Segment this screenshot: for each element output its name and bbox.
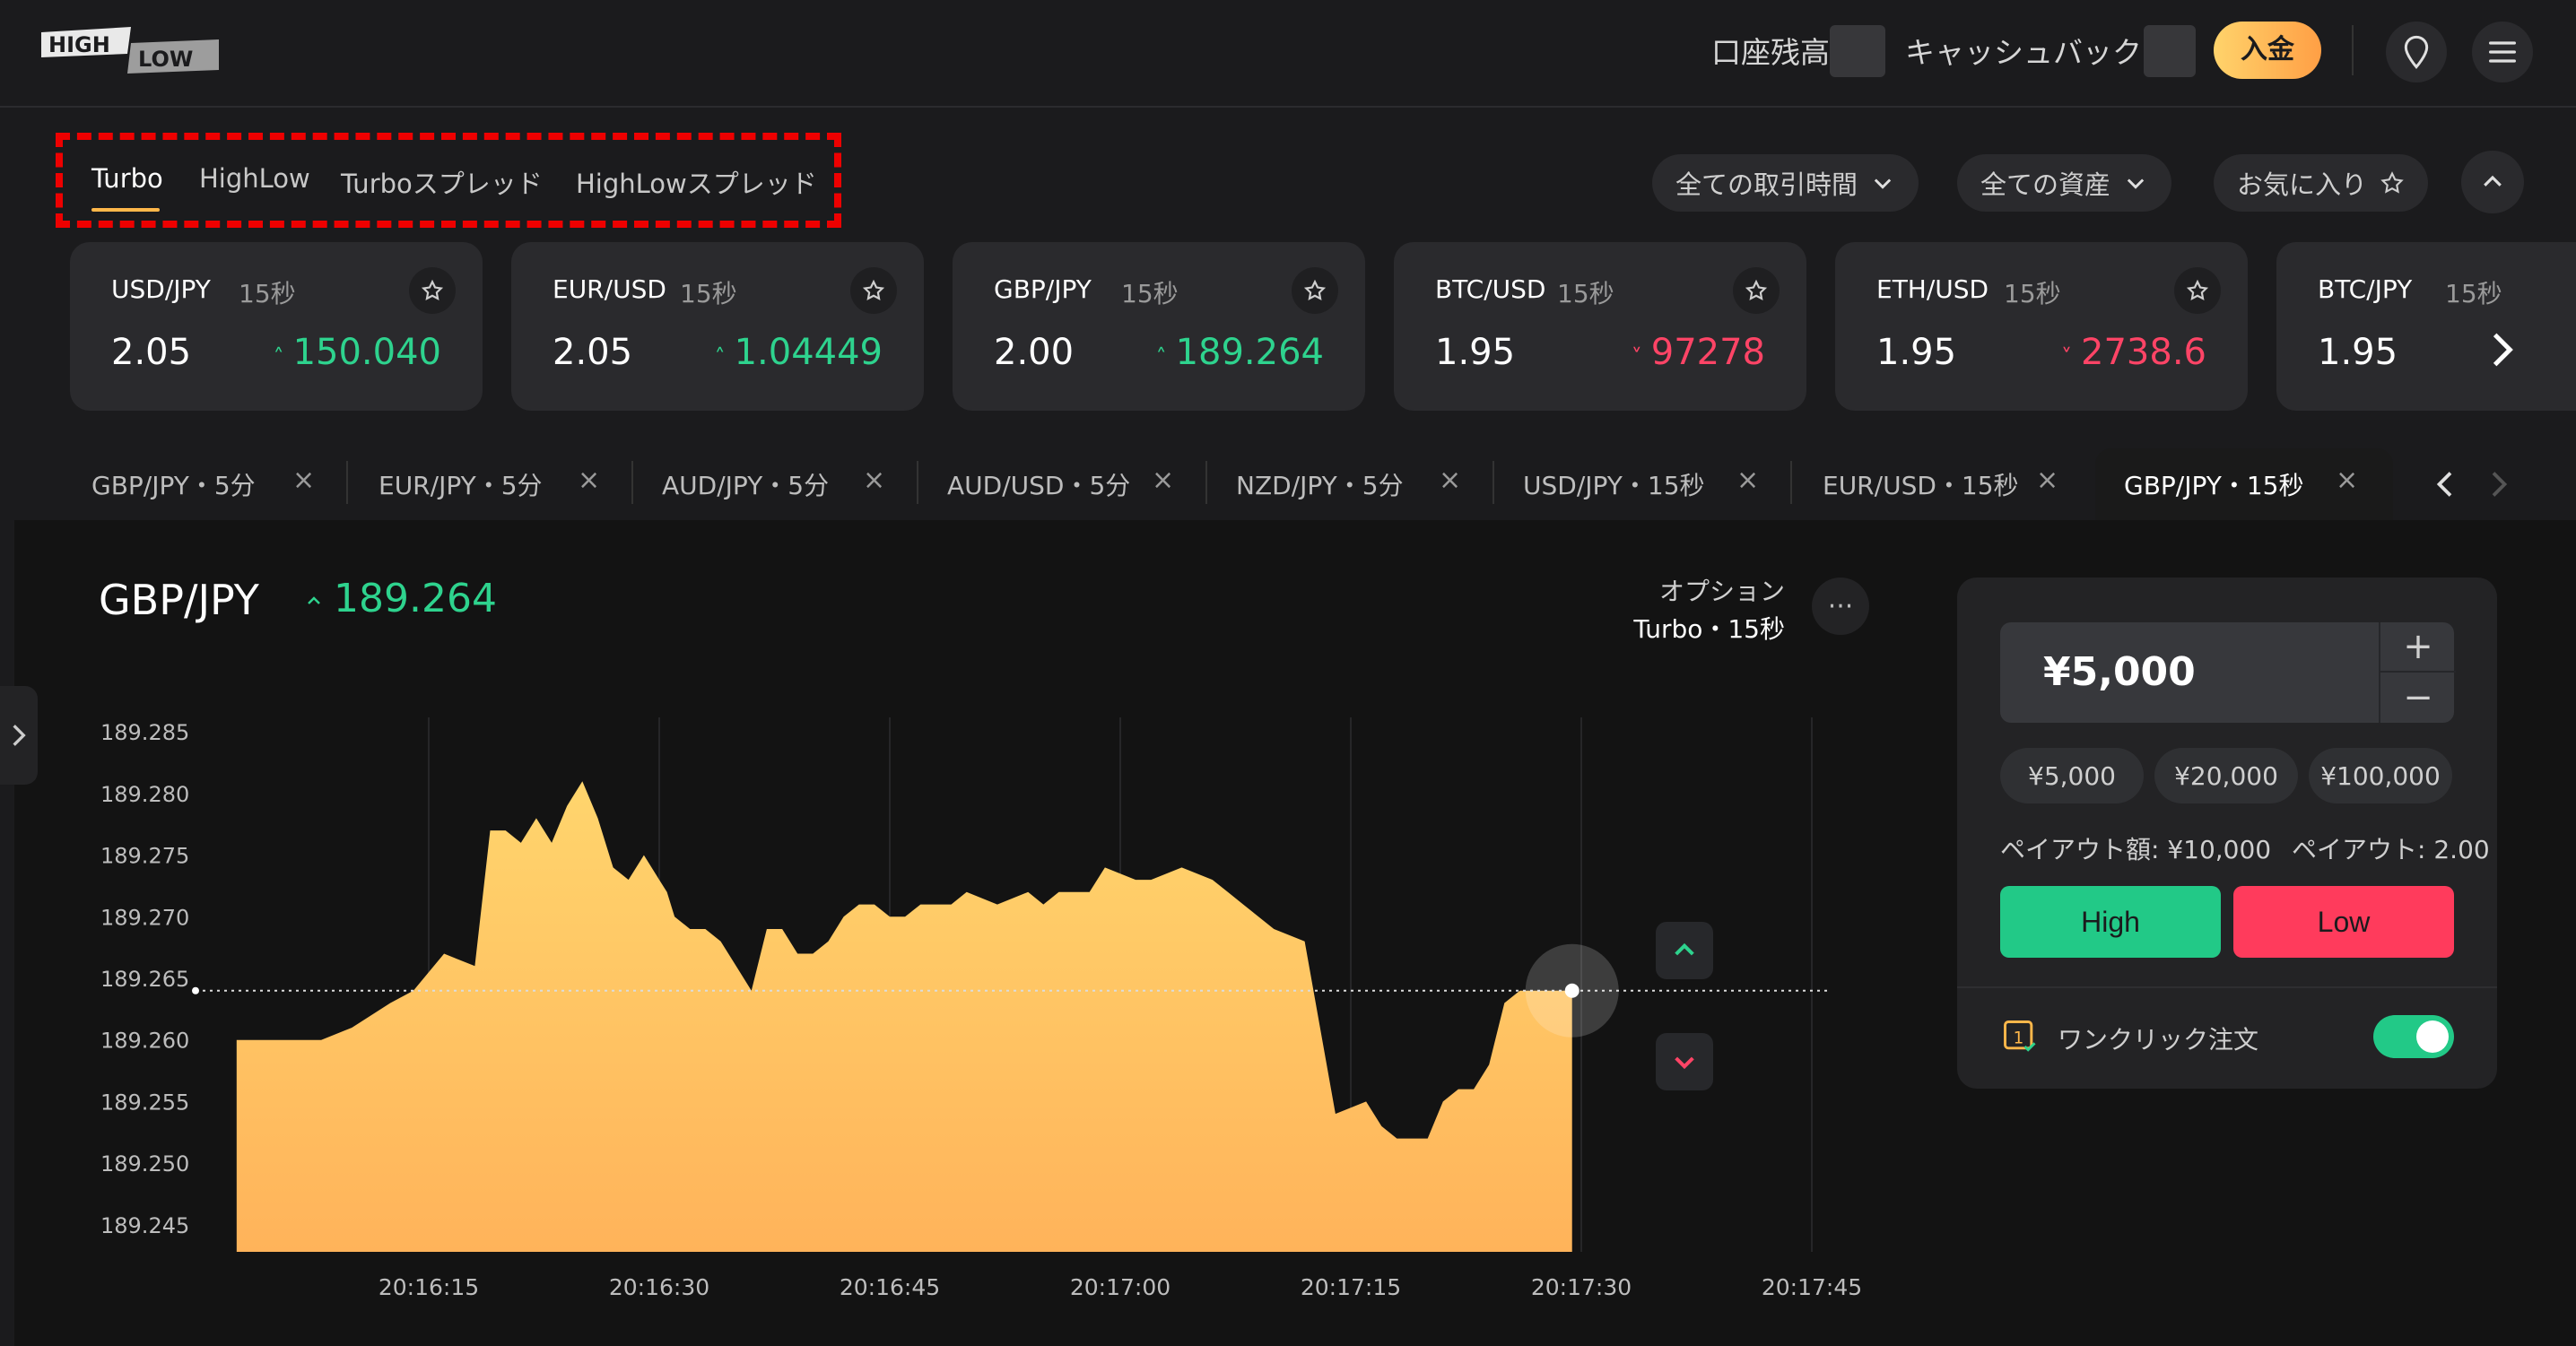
strike-start-dot	[192, 986, 199, 994]
x-tick-label: 20:16:45	[840, 1274, 940, 1300]
y-axis-labels: 189.285 189.280 189.275 189.270 189.265 189.2…	[100, 720, 189, 1238]
preset-amount-2[interactable]: ¥20,000	[2154, 748, 2298, 803]
svg-text:1: 1	[2014, 1029, 2024, 1047]
y-tick-label: 189.260	[100, 1029, 189, 1054]
one-click-icon: 1	[2004, 1020, 2036, 1052]
y-tick-label: 189.270	[100, 905, 189, 930]
y-tick-label: 189.250	[100, 1151, 189, 1177]
chart-high-arrow-button[interactable]	[1656, 922, 1713, 979]
panel-divider	[1957, 986, 2497, 988]
app-root: HIGH LOW 口座残高 キャッシュバック 入金 Turbo HighLow …	[0, 0, 2576, 1346]
payout-amount: ペイアウト額: ¥10,000	[2000, 835, 2272, 864]
amount-stepper: + −	[2379, 622, 2456, 723]
preset-amount-1[interactable]: ¥5,000	[2000, 748, 2144, 803]
y-tick-label: 189.245	[100, 1213, 189, 1238]
toggle-knob	[2416, 1020, 2449, 1053]
high-button[interactable]: High	[2000, 886, 2221, 958]
trade-panel: ¥5,000 + − ¥5,000 ¥20,000 ¥100,000 ペイアウト…	[1957, 577, 2497, 1089]
y-tick-label: 189.275	[100, 844, 189, 869]
x-tick-label: 20:16:30	[609, 1274, 709, 1300]
amount-increase-button[interactable]: +	[2380, 622, 2456, 673]
preset-amount-3[interactable]: ¥100,000	[2309, 748, 2452, 803]
amount-input-box[interactable]: ¥5,000 + −	[2000, 622, 2456, 723]
x-tick-label: 20:17:15	[1301, 1274, 1401, 1300]
payout-info: ペイアウト額: ¥10,000 ペイアウト: 2.00	[2000, 830, 2490, 866]
x-tick-label: 20:17:45	[1762, 1274, 1862, 1300]
chevron-down-icon	[1675, 1056, 1694, 1070]
x-tick-label: 20:16:15	[379, 1274, 479, 1300]
one-click-label: ワンクリック注文	[2058, 1025, 2259, 1055]
x-tick-label: 20:17:00	[1070, 1274, 1171, 1300]
y-tick-label: 189.280	[100, 782, 189, 807]
x-axis-labels: 20:16:15 20:16:30 20:16:45 20:17:00 20:17:15…	[379, 1274, 1862, 1300]
payout-rate: ペイアウト: 2.00	[2292, 835, 2490, 864]
x-tick-label: 20:17:30	[1531, 1274, 1632, 1300]
y-tick-label: 189.285	[100, 720, 189, 745]
current-price-dot	[1564, 983, 1580, 998]
chevron-up-icon	[1675, 942, 1694, 956]
amount-value[interactable]: ¥5,000	[2043, 649, 2196, 695]
amount-decrease-button[interactable]: −	[2380, 673, 2456, 723]
chart-low-arrow-button[interactable]	[1656, 1033, 1713, 1090]
y-tick-label: 189.265	[100, 967, 189, 992]
price-area-series	[236, 781, 1572, 1252]
y-tick-label: 189.255	[100, 1090, 189, 1115]
low-button[interactable]: Low	[2233, 886, 2454, 958]
one-click-toggle[interactable]	[2373, 1015, 2454, 1058]
